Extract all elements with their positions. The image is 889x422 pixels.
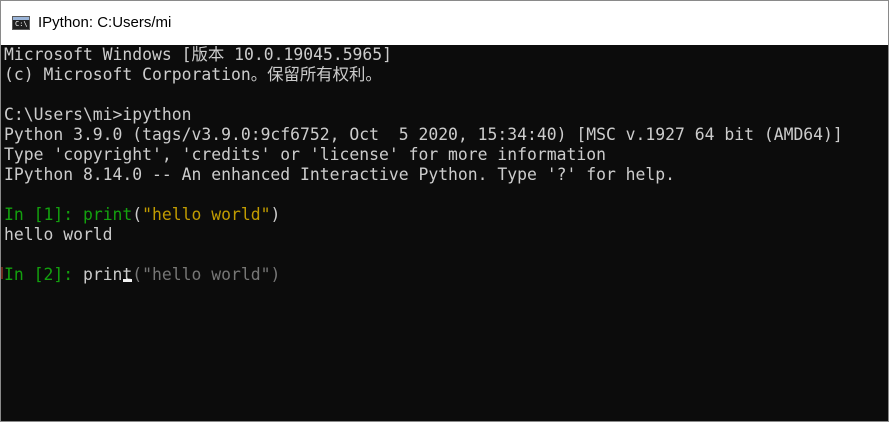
- code-func: print: [82, 205, 133, 224]
- terminal-icon: C:\: [12, 15, 30, 30]
- console-line: C:\Users\mi>ipython: [4, 105, 192, 124]
- console-line-empty: [2, 245, 887, 265]
- title-bar[interactable]: C:\ IPython: C:Users/mi: [1, 1, 888, 45]
- autosuggestion: ("hello world"): [132, 265, 281, 284]
- console-line: IPython 8.14.0 -- An enhanced Interactiv…: [4, 165, 676, 184]
- console-line: (c) Microsoft Corporation。保留所有权利。: [4, 65, 382, 84]
- code-paren-close: ): [270, 205, 281, 224]
- code-paren-open: (: [132, 205, 143, 224]
- console-output[interactable]: Microsoft Windows [版本 10.0.19045.5965] (…: [2, 45, 887, 421]
- console-line: Microsoft Windows [版本 10.0.19045.5965]: [4, 45, 393, 64]
- window-title: IPython: C:Users/mi: [38, 14, 172, 31]
- console-line: Python 3.9.0 (tags/v3.9.0:9cf6752, Oct 5…: [4, 125, 843, 144]
- console-window: C:\ IPython: C:Users/mi Microsoft Window…: [0, 0, 889, 422]
- input-prompt: In [2]:: [4, 265, 83, 284]
- ipython-cell-2-input[interactable]: In [2]: print("hello world"): [2, 265, 887, 285]
- code-string: "hello world": [142, 205, 271, 224]
- text-cursor: [123, 279, 133, 282]
- ipython-cell-1-output: hello world: [4, 225, 113, 244]
- console-line-empty: [2, 185, 887, 205]
- input-prompt: In [1]:: [4, 205, 83, 224]
- scroll-marker: [1, 267, 3, 279]
- ipython-cell-1-input: In [1]: print("hello world"): [2, 205, 887, 225]
- console-line: Type 'copyright', 'credits' or 'license'…: [4, 145, 606, 164]
